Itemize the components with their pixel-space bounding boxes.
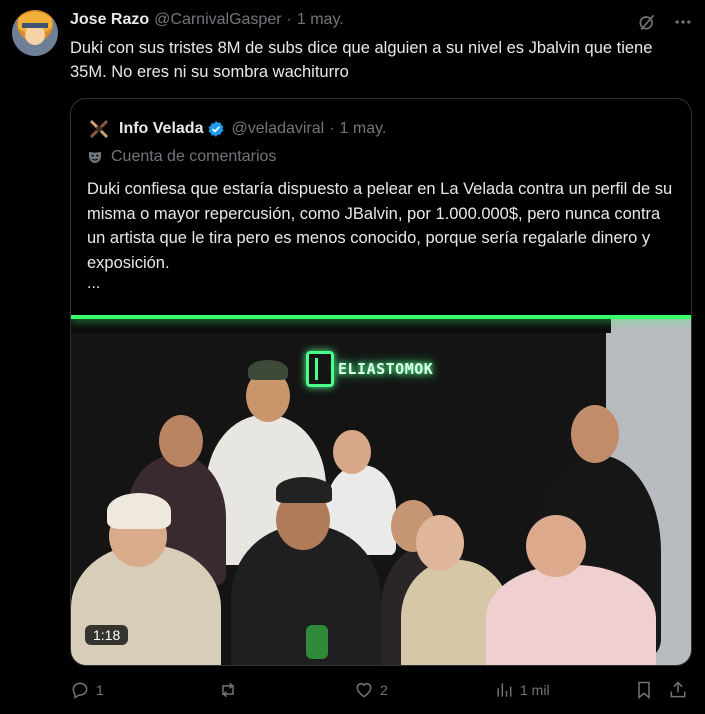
share-icon: [670, 681, 686, 698]
views-icon: [497, 683, 512, 697]
tweet-header: Jose Razo @CarnivalGasper · 1 may.: [70, 11, 344, 29]
share-button[interactable]: [668, 680, 694, 700]
reply-icon: [72, 682, 88, 699]
views-button[interactable]: 1 mil: [494, 680, 550, 700]
account-label: Cuenta de comentarios: [87, 148, 276, 166]
info-velada-logo-icon: [89, 119, 109, 139]
author-name[interactable]: Jose Razo: [70, 11, 149, 29]
neon-sign: ELIASTOMOK: [306, 351, 433, 387]
like-count: 2: [380, 682, 388, 698]
quoted-tweet[interactable]: Info Velada @veladaviral · 1 may. Cuenta…: [70, 98, 692, 666]
reply-button[interactable]: 1: [70, 680, 104, 700]
quoted-ellipsis: ...: [87, 275, 101, 292]
author-handle[interactable]: @CarnivalGasper: [154, 11, 281, 29]
like-button[interactable]: 2: [354, 680, 388, 700]
led-strip: [71, 315, 691, 319]
tweet-top-icons: [637, 12, 693, 37]
quoted-text: Duki confiesa que estaría dispuesto a pe…: [87, 180, 673, 272]
view-count: 1 mil: [520, 682, 550, 698]
bookmark-button[interactable]: [634, 680, 660, 700]
tweet-date[interactable]: 1 may.: [297, 11, 344, 29]
repost-button[interactable]: [218, 680, 244, 700]
separator: ·: [329, 120, 335, 137]
quoted-date[interactable]: 1 may.: [340, 120, 387, 138]
tweet-text: Duki con sus tristes 8M de subs dice que…: [70, 39, 653, 81]
repost-icon: [222, 682, 234, 698]
quoted-header: Info Velada @veladaviral · 1 may.: [87, 117, 386, 141]
comment-mask-icon: [89, 151, 101, 163]
quoted-author-name[interactable]: Info Velada: [119, 120, 203, 138]
account-label-text: Cuenta de comentarios: [111, 148, 277, 165]
more-icon[interactable]: [673, 12, 693, 37]
bookmark-icon: [638, 681, 650, 700]
separator: ·: [286, 11, 292, 28]
like-icon: [356, 683, 372, 698]
avatar[interactable]: [12, 10, 58, 56]
tweet-actions: 1 2 1 mil: [70, 680, 690, 704]
verified-icon: [209, 121, 224, 137]
video-duration: 1:18: [85, 625, 129, 645]
neon-sign-text: ELIASTOMOK: [338, 360, 434, 378]
grok-icon[interactable]: [637, 12, 657, 37]
reply-count: 1: [96, 682, 104, 698]
quoted-author-handle[interactable]: @veladaviral: [231, 120, 324, 138]
video-player[interactable]: ELIASTOMOK 1:18: [71, 315, 691, 665]
